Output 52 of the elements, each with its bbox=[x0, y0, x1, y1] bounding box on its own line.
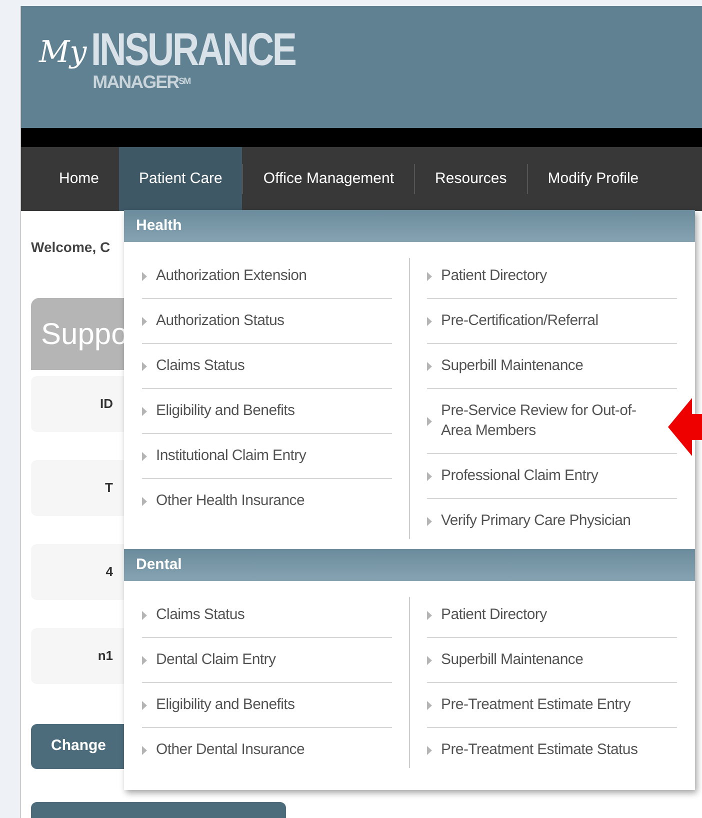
caret-icon bbox=[427, 416, 432, 426]
menu-item[interactable]: Eligibility and Benefits bbox=[142, 683, 392, 728]
menu-item[interactable]: Authorization Extension bbox=[142, 254, 392, 299]
menu-item[interactable]: Verify Primary Care Physician bbox=[427, 499, 677, 543]
caret-icon bbox=[427, 656, 432, 664]
caret-icon bbox=[142, 656, 147, 664]
caret-icon bbox=[427, 272, 432, 280]
menu-item[interactable]: Claims Status bbox=[142, 344, 392, 389]
caret-icon bbox=[142, 746, 147, 754]
caret-icon bbox=[142, 700, 147, 710]
menu-item[interactable]: Claims Status bbox=[142, 593, 392, 638]
caret-icon bbox=[142, 452, 147, 460]
nav-tab[interactable]: Resources bbox=[415, 147, 527, 211]
caret-icon bbox=[142, 316, 147, 326]
caret-icon bbox=[142, 272, 147, 280]
menu-item[interactable]: Dental Claim Entry bbox=[142, 638, 392, 683]
card-text: T bbox=[105, 479, 113, 498]
caret-icon bbox=[427, 700, 432, 710]
caret-icon bbox=[427, 516, 432, 526]
menu-item[interactable]: Professional Claim Entry bbox=[427, 454, 677, 499]
logo: My INSURANCE MANAGER$^{SM}$ bbox=[39, 26, 296, 92]
card-text: n1 bbox=[98, 647, 113, 666]
welcome-text: Welcome, C bbox=[31, 238, 112, 257]
menu-item[interactable]: Pre-Treatment Estimate Status bbox=[427, 728, 677, 772]
menu-item[interactable]: Other Health Insurance bbox=[142, 479, 392, 523]
menu-item[interactable]: Patient Directory bbox=[427, 593, 677, 638]
menu-item[interactable]: Patient Directory bbox=[427, 254, 677, 299]
caret-icon bbox=[142, 362, 147, 370]
caret-icon bbox=[427, 316, 432, 326]
caret-icon bbox=[142, 496, 147, 506]
menu-item[interactable]: Pre-Certification/Referral bbox=[427, 299, 677, 344]
menu-item[interactable]: Superbill Maintenance bbox=[427, 344, 677, 389]
card-text: 4 bbox=[106, 563, 113, 582]
section-header: Health bbox=[124, 210, 695, 242]
nav-tab[interactable]: Home bbox=[39, 147, 120, 211]
menu-item[interactable]: Authorization Status bbox=[142, 299, 392, 344]
section-header: Dental bbox=[124, 549, 695, 581]
nav-tab[interactable]: Modify Profile bbox=[528, 147, 659, 211]
menu-item[interactable]: Eligibility and Benefits bbox=[142, 389, 392, 434]
card-text: ID bbox=[100, 395, 113, 414]
caret-icon bbox=[427, 472, 432, 480]
caret-icon bbox=[427, 746, 432, 754]
caret-icon bbox=[427, 362, 432, 370]
nav-tab[interactable]: Patient Care bbox=[119, 147, 242, 211]
menu-item[interactable]: Superbill Maintenance bbox=[427, 638, 677, 683]
caret-icon bbox=[142, 406, 147, 416]
arrow-icon bbox=[668, 398, 702, 456]
menu-item[interactable]: Institutional Claim Entry bbox=[142, 434, 392, 479]
menu-item[interactable]: Pre-Treatment Estimate Entry bbox=[427, 683, 677, 728]
caret-icon bbox=[142, 610, 147, 620]
caret-icon bbox=[427, 610, 432, 620]
nav-tab[interactable]: Office Management bbox=[243, 147, 414, 211]
